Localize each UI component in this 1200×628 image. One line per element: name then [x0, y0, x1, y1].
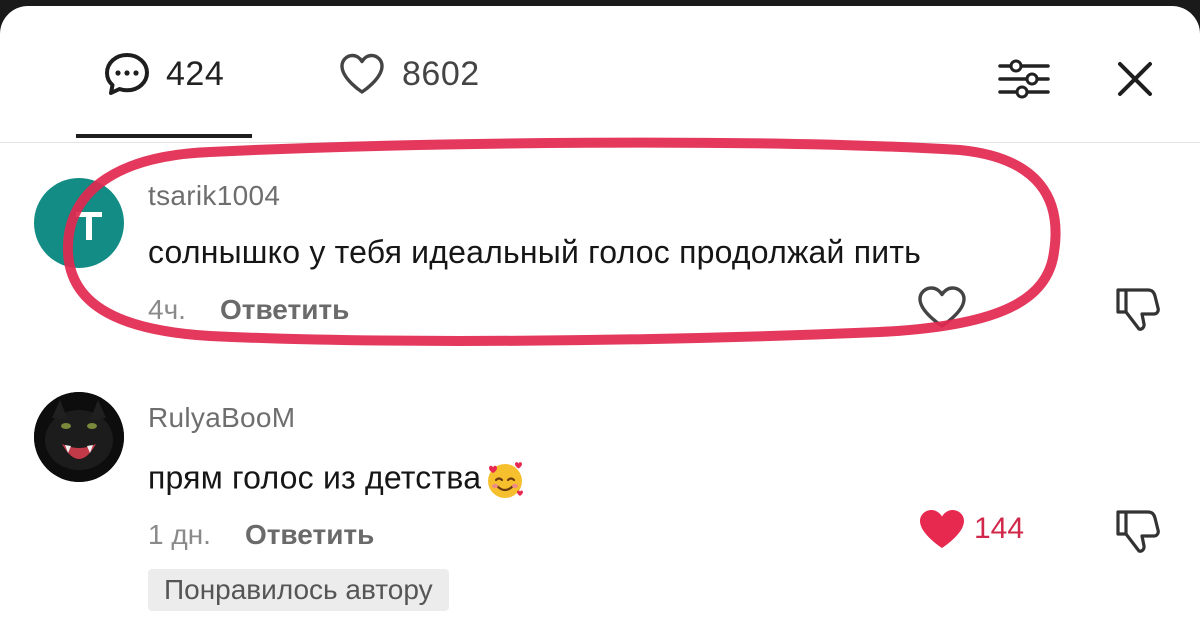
comments-header: 424 8602	[0, 6, 1200, 144]
smiling-face-with-hearts-icon	[488, 462, 524, 498]
thumbs-down-icon	[1116, 288, 1160, 331]
header-divider	[0, 142, 1200, 143]
tab-comments[interactable]: 424	[104, 50, 224, 98]
comment-bubble-icon	[105, 53, 149, 95]
heart-outline-icon	[918, 286, 966, 328]
comments-count: 424	[166, 54, 225, 93]
creator-liked-badge: Понравилось автору	[148, 569, 449, 611]
filter-button[interactable]	[996, 54, 1052, 104]
close-icon	[1118, 62, 1152, 96]
reply-button[interactable]: Ответить	[245, 519, 374, 551]
like-button[interactable]	[916, 284, 968, 330]
comment-time: 1 дн.	[148, 519, 211, 550]
heart-outline-icon	[340, 53, 384, 94]
comment-time: 4ч.	[148, 294, 186, 325]
heart-filled-icon	[920, 510, 964, 548]
like-button[interactable]: 144	[916, 506, 1024, 552]
tab-active-indicator	[76, 134, 252, 138]
thumbs-down-icon	[1116, 510, 1160, 553]
tab-likes[interactable]: 8602	[338, 50, 480, 98]
close-button[interactable]	[1112, 56, 1158, 102]
comment-text: солнышко у тебя идеальный голос продолжа…	[148, 234, 922, 270]
reply-button[interactable]: Ответить	[220, 294, 349, 326]
avatar[interactable]	[34, 178, 124, 268]
black-cat-avatar-icon	[34, 392, 124, 482]
comment-username[interactable]: tsarik1004	[148, 180, 280, 212]
dislike-button[interactable]	[1112, 506, 1162, 556]
filter-sliders-icon	[998, 59, 1050, 99]
comment-text-row: прям голос из детства	[148, 458, 527, 502]
likes-count: 8602	[402, 54, 480, 93]
comments-sheet: 424 8602 tsarik1004 солнышко у тебя идеа…	[0, 6, 1200, 628]
comment-meta: 4ч. Ответить	[148, 294, 349, 326]
dislike-button[interactable]	[1112, 284, 1162, 334]
avatar[interactable]	[34, 392, 124, 482]
avatar-letter-icon	[76, 212, 102, 240]
comment-text: прям голос из детства	[148, 459, 482, 496]
like-count: 144	[974, 512, 1025, 545]
comment-meta: 1 дн. Ответить	[148, 519, 374, 551]
comment-username[interactable]: RulyaBooM	[148, 402, 295, 434]
